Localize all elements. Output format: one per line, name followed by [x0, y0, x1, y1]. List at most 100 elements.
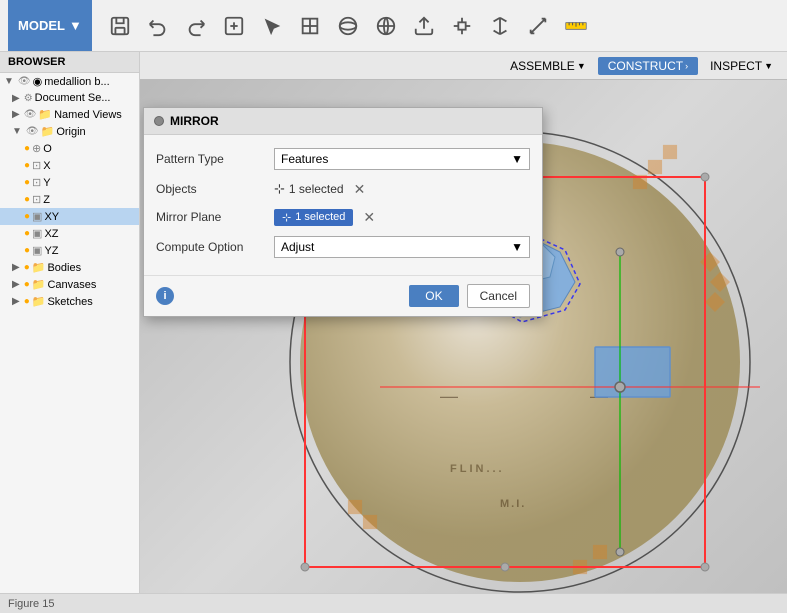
mirror-plane-selected[interactable]: ⊹ 1 selected — [274, 209, 353, 226]
objects-clear-button[interactable]: ✕ — [350, 181, 370, 198]
z-eye: ● — [24, 194, 30, 205]
expand-arrow-doc: ▶ — [12, 93, 20, 104]
sketch-button[interactable] — [294, 10, 326, 42]
dialog-title: MIRROR — [170, 114, 219, 128]
new-button[interactable] — [218, 10, 250, 42]
cancel-button[interactable]: Cancel — [467, 284, 530, 308]
folder-named-icon: 📁 — [38, 108, 52, 121]
dialog-dot — [154, 116, 164, 126]
o-icon: ⊕ — [32, 142, 41, 155]
yz-eye: ● — [24, 245, 30, 256]
canvases-label: Canvases — [47, 279, 96, 291]
tree-item-y[interactable]: ● ⊡ Y — [0, 174, 139, 191]
construct-label: CONSTRUCT — [608, 59, 683, 73]
pattern-type-arrow: ▼ — [511, 152, 523, 166]
named-eye: 👁 — [24, 109, 37, 120]
globe-button[interactable] — [370, 10, 402, 42]
expand-arrow-canvases: ▶ — [12, 279, 20, 290]
pattern-type-label: Pattern Type — [156, 152, 266, 166]
dialog-row-compute: Compute Option Adjust ▼ — [144, 231, 542, 263]
save-icon-button[interactable] — [104, 10, 136, 42]
ruler-button[interactable] — [560, 10, 592, 42]
tree-item-root[interactable]: ▼ 👁 ◉ medallion b... — [0, 73, 139, 90]
xz-icon: ▣ — [32, 227, 42, 240]
tree-item-canvases[interactable]: ▶ ● 📁 Canvases — [0, 276, 139, 293]
xy-label: XY — [44, 211, 59, 223]
svg-text:FLIN...: FLIN... — [450, 463, 505, 475]
pattern-type-value: Features ▼ — [274, 148, 530, 170]
status-bar: Figure 15 — [0, 593, 787, 613]
assemble-chevron: ▼ — [577, 61, 586, 71]
sketches-label: Sketches — [47, 296, 92, 308]
tree-item-sketches[interactable]: ▶ ● 📁 Sketches — [0, 293, 139, 310]
tree-item-bodies[interactable]: ▶ ● 📁 Bodies — [0, 259, 139, 276]
expand-arrow-bodies: ▶ — [12, 262, 20, 273]
xy-eye: ● — [24, 211, 30, 222]
z-icon: ⊡ — [32, 193, 41, 206]
construct-chevron: › — [685, 61, 688, 71]
tree-item-xz[interactable]: ● ▣ XZ — [0, 225, 139, 242]
dialog-row-mirror-plane: Mirror Plane ⊹ 1 selected ✕ — [144, 203, 542, 231]
objects-selected-text: 1 selected — [289, 182, 344, 196]
sphere-button[interactable] — [332, 10, 364, 42]
xz-label: XZ — [44, 228, 58, 240]
tree-item-named-views[interactable]: ▶ 👁 📁 Named Views — [0, 106, 139, 123]
pattern-type-text: Features — [281, 152, 328, 166]
y-eye: ● — [24, 177, 30, 188]
assemble-menu[interactable]: ASSEMBLE ▼ — [500, 57, 596, 75]
mirror-button[interactable] — [484, 10, 516, 42]
folder-sketches-icon: 📁 — [32, 295, 46, 308]
mirror-plane-label: Mirror Plane — [156, 210, 266, 224]
cursor-small-icon2: ⊹ — [282, 211, 291, 224]
export-button[interactable] — [408, 10, 440, 42]
expand-arrow-sketches: ▶ — [12, 296, 20, 307]
expand-arrow-origin: ▼ — [12, 126, 22, 137]
tree-item-xy[interactable]: ● ▣ XY — [0, 208, 139, 225]
dialog-row-pattern-type: Pattern Type Features ▼ — [144, 143, 542, 175]
cursor-tool-button[interactable] — [256, 10, 288, 42]
main-viewport[interactable]: FACTORY FLIN... M.I. — — — [140, 52, 787, 593]
inspect-menu[interactable]: INSPECT ▼ — [700, 57, 783, 75]
tree-item-x[interactable]: ● ⊡ X — [0, 157, 139, 174]
transform-button[interactable] — [446, 10, 478, 42]
dialog-body: Pattern Type Features ▼ Objects ⊹ 1 sele… — [144, 135, 542, 271]
top-toolbar: MODEL ▼ — [0, 0, 787, 52]
browser-header: BROWSER — [0, 52, 139, 73]
tree-item-o[interactable]: ● ⊕ O — [0, 140, 139, 157]
cursor-small-icon: ⊹ — [274, 181, 285, 197]
tree-item-origin[interactable]: ▼ 👁 📁 Origin — [0, 123, 139, 140]
folder-bodies-icon: 📁 — [32, 261, 46, 274]
xy-icon: ▣ — [32, 210, 42, 223]
mirror-dialog: MIRROR Pattern Type Features ▼ Objects ⊹ — [143, 107, 543, 317]
model-label: MODEL — [18, 18, 65, 33]
model-arrow: ▼ — [69, 18, 82, 33]
expand-arrow-named: ▶ — [12, 109, 20, 120]
toolbar-icons — [92, 10, 779, 42]
tree-item-z[interactable]: ● ⊡ Z — [0, 191, 139, 208]
expand-arrow-root: ▼ — [4, 76, 14, 87]
tree-item-doc-settings[interactable]: ▶ ⚙ Document Se... — [0, 90, 139, 106]
root-label: medallion b... — [44, 76, 109, 88]
measure-button[interactable] — [522, 10, 554, 42]
x-eye: ● — [24, 160, 30, 171]
construct-menu[interactable]: CONSTRUCT › — [598, 57, 698, 75]
x-label: X — [43, 160, 50, 172]
mirror-plane-text: 1 selected — [295, 211, 345, 223]
named-views-label: Named Views — [54, 109, 122, 121]
tree-item-yz[interactable]: ● ▣ YZ — [0, 242, 139, 259]
ok-button[interactable]: OK — [409, 285, 458, 307]
svg-text:—: — — [440, 386, 458, 406]
compute-dropdown[interactable]: Adjust ▼ — [274, 236, 530, 258]
svg-text:M.I.: M.I. — [500, 498, 526, 510]
undo-button[interactable] — [142, 10, 174, 42]
xz-eye: ● — [24, 228, 30, 239]
pattern-type-dropdown[interactable]: Features ▼ — [274, 148, 530, 170]
assemble-label: ASSEMBLE — [510, 59, 575, 73]
x-icon: ⊡ — [32, 159, 41, 172]
mirror-plane-clear-button[interactable]: ✕ — [359, 209, 379, 226]
redo-button[interactable] — [180, 10, 212, 42]
dialog-footer: i OK Cancel — [144, 275, 542, 316]
folder-canvases-icon: 📁 — [32, 278, 46, 291]
info-icon[interactable]: i — [156, 287, 174, 305]
model-menu-button[interactable]: MODEL ▼ — [8, 0, 92, 51]
